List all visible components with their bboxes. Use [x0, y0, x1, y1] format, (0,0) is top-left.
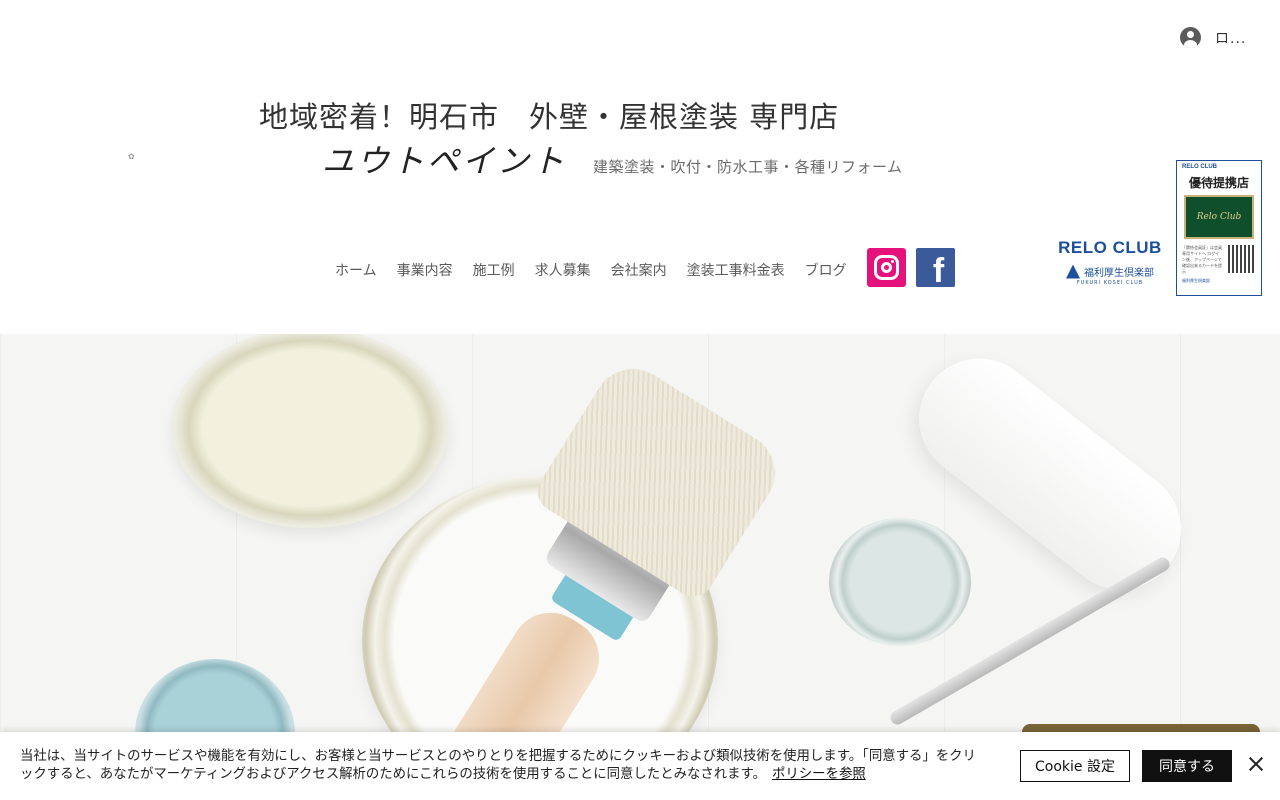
nav-item-company[interactable]: 会社案内 [611, 260, 667, 280]
instagram-link[interactable] [867, 248, 906, 287]
cookie-message: 当社は、当サイトのサービスや機能を有効にし、お客様と当サービスとのやりとりを把握… [20, 748, 980, 784]
facebook-icon: f [932, 252, 945, 290]
relo-mark-icon [1066, 264, 1080, 279]
policy-link[interactable]: ポリシーを参照 [772, 767, 866, 782]
paint-jar-grey [829, 518, 971, 646]
relo-card-emblem: Relo Club [1184, 195, 1254, 239]
site-subtitle: 建築塗装・吹付・防水工事・各種リフォーム [593, 158, 903, 176]
user-avatar-icon [1180, 27, 1201, 48]
instagram-icon [874, 255, 899, 280]
nav-item-home[interactable]: ホーム [335, 260, 377, 280]
relo-club-logo[interactable]: RELO CLUB 福利厚生倶楽部 FUKURI KOSEI CLUB [1057, 238, 1163, 286]
close-icon[interactable] [1246, 754, 1266, 774]
main-nav: ホーム 事業内容 施工例 求人募集 会社案内 塗装工事料金表 ブログ [335, 260, 847, 280]
nav-item-recruit[interactable]: 求人募集 [535, 260, 591, 280]
relo-card-inner: Relo Club [1196, 212, 1242, 222]
login-label: ロ... [1215, 30, 1247, 47]
brand-name: ユウトペイント [322, 142, 568, 180]
relo-logo-roman: FUKURI KOSEI CLUB [1076, 280, 1144, 286]
relo-card-badge: 優待提携店 [1188, 176, 1249, 190]
relo-card-header: RELO CLUB [1182, 164, 1217, 170]
nav-item-works[interactable]: 施工例 [473, 260, 515, 280]
agree-button[interactable]: 同意する [1142, 750, 1232, 782]
relo-logo-word: RELO CLUB [1058, 238, 1162, 257]
login-button[interactable]: ロ... [1180, 27, 1246, 48]
paint-can-lid [172, 334, 448, 528]
nav-item-pricing[interactable]: 塗装工事料金表 [687, 260, 785, 280]
relo-logo-sub: 福利厚生倶楽部 [1084, 268, 1154, 279]
relo-partner-card[interactable]: RELO CLUB 優待提携店 Relo Club 「関係会員証」は会員専用サイ… [1176, 160, 1262, 296]
relo-card-brand: 福利厚生倶楽部 [1182, 278, 1210, 283]
nav-item-blog[interactable]: ブログ [805, 260, 847, 280]
relo-card-text: 「関係会員証」は会員専用サイトへ ログイン後、アップページで確認出来るカードを提… [1182, 245, 1222, 274]
cookie-banner: 当社は、当サイトのサービスや機能を有効にし、お客様と当サービスとのやりとりを把握… [0, 732, 1280, 800]
small-logo-icon: ✿ [128, 152, 136, 161]
cookie-settings-button[interactable]: Cookie 設定 [1020, 750, 1130, 782]
facebook-link[interactable]: f [916, 248, 955, 290]
site-title: 地域密着！明石市 外壁・屋根塗装 専門店 [259, 100, 840, 134]
qr-code-icon [1228, 245, 1256, 273]
nav-item-services[interactable]: 事業内容 [397, 260, 453, 280]
